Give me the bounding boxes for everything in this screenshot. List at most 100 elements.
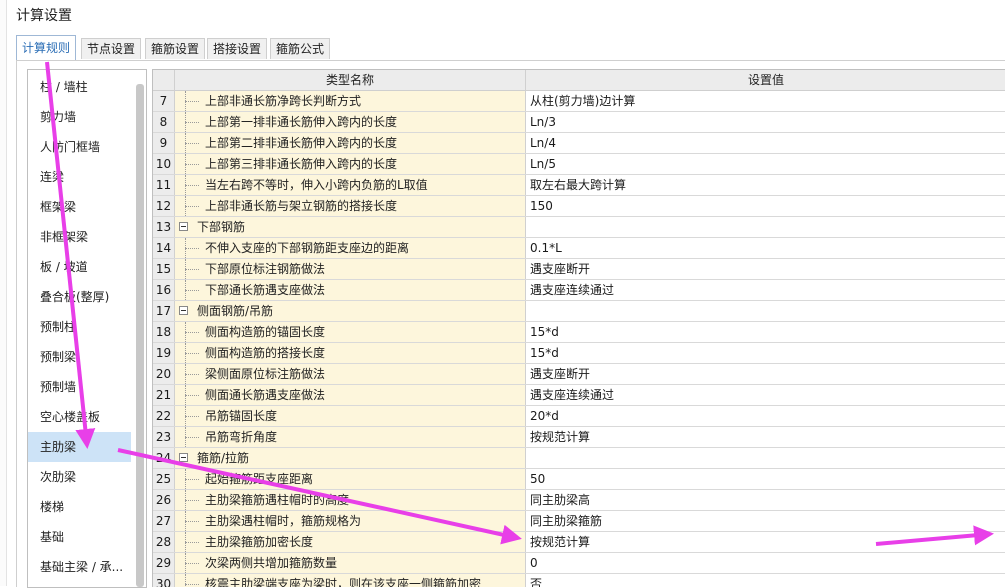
setting-name: 次梁两侧共增加箍筋数量 xyxy=(205,556,338,570)
setting-name: 梁侧面原位标注筋做法 xyxy=(205,367,326,381)
sidebar-item-foundation-main-beam[interactable]: 基础主梁 / 承... xyxy=(28,552,131,582)
setting-value[interactable]: 50 xyxy=(526,469,1005,489)
table-row[interactable]: 7 上部非通长筋净跨长判断方式 从柱(剪力墙)边计算 xyxy=(153,91,1005,112)
name-cell: 梁侧面原位标注筋做法 xyxy=(175,364,526,384)
table-row[interactable]: 12 上部非通长筋与架立钢筋的搭接长度 150 xyxy=(153,196,1005,217)
tab-stirrup-formula[interactable]: 箍筋公式 xyxy=(270,38,331,59)
sidebar-scrollbar[interactable] xyxy=(136,84,144,587)
sidebar-item-coupling-beam[interactable]: 连梁 xyxy=(28,162,131,192)
sidebar-item-column[interactable]: 柱 / 墙柱 xyxy=(28,72,131,102)
setting-value[interactable]: 遇支座断开 xyxy=(526,259,1005,279)
sidebar-item-secondary-rib-beam[interactable]: 次肋梁 xyxy=(28,462,131,492)
setting-name: 起始箍筋距支座距离 xyxy=(205,472,314,486)
table-row[interactable]: 16 下部通长筋遇支座做法 遇支座连续通过 xyxy=(153,280,1005,301)
collapse-toggle-icon[interactable] xyxy=(179,306,188,315)
setting-value[interactable]: 遇支座连续通过 xyxy=(526,280,1005,300)
sidebar-item-civil-defense-door-wall[interactable]: 人防门框墙 xyxy=(28,132,131,162)
sidebar-item-frame-beam[interactable]: 框架梁 xyxy=(28,192,131,222)
table-row[interactable]: 15 下部原位标注钢筋做法 遇支座断开 xyxy=(153,259,1005,280)
row-number: 10 xyxy=(153,154,175,174)
tab-lap-settings[interactable]: 搭接设置 xyxy=(207,38,268,59)
table-row[interactable]: 20 梁侧面原位标注筋做法 遇支座断开 xyxy=(153,364,1005,385)
value-column-header[interactable]: 设置值 xyxy=(526,70,1005,91)
component-list[interactable]: 柱 / 墙柱 剪力墙 人防门框墙 连梁 框架梁 非框架梁 板 / 坡道 叠合板(… xyxy=(27,69,147,588)
table-row[interactable]: 27 主肋梁遇柱帽时，箍筋规格为 同主肋梁箍筋 xyxy=(153,511,1005,532)
table-row[interactable]: 21 侧面通长筋遇支座做法 遇支座连续通过 xyxy=(153,385,1005,406)
table-row[interactable]: 22 吊筋锚固长度 20*d xyxy=(153,406,1005,427)
setting-value[interactable]: 同主肋梁箍筋 xyxy=(526,511,1005,531)
setting-value[interactable]: 遇支座断开 xyxy=(526,364,1005,384)
table-row[interactable]: 29 次梁两侧共增加箍筋数量 0 xyxy=(153,553,1005,574)
sidebar-item-precast-column[interactable]: 预制柱 xyxy=(28,312,131,342)
setting-value[interactable]: 同主肋梁高 xyxy=(526,490,1005,510)
name-cell[interactable]: 箍筋/拉筋 xyxy=(175,448,526,468)
setting-name: 上部非通长筋与架立钢筋的搭接长度 xyxy=(205,199,398,213)
row-number: 12 xyxy=(153,196,175,216)
setting-value[interactable]: 按规范计算 xyxy=(526,427,1005,447)
setting-value[interactable]: 20*d xyxy=(526,406,1005,426)
setting-value[interactable]: 0 xyxy=(526,553,1005,573)
name-cell: 上部非通长筋净跨长判断方式 xyxy=(175,91,526,111)
group-row[interactable]: 17 侧面钢筋/吊筋 xyxy=(153,301,1005,322)
group-row[interactable]: 24 箍筋/拉筋 xyxy=(153,448,1005,469)
name-cell: 上部第三排非通长筋伸入跨内的长度 xyxy=(175,154,526,174)
row-number: 29 xyxy=(153,553,175,573)
setting-value[interactable]: 遇支座连续通过 xyxy=(526,385,1005,405)
sidebar-item-non-frame-beam[interactable]: 非框架梁 xyxy=(28,222,131,252)
setting-value[interactable]: 15*d xyxy=(526,343,1005,363)
tab-calc-rules[interactable]: 计算规则 xyxy=(16,35,77,61)
name-cell: 主肋梁箍筋加密长度 xyxy=(175,532,526,552)
table-row[interactable]: 30 核震主肋梁端支座为梁时，则在该支座一侧箍筋加密 否 xyxy=(153,574,1005,587)
sidebar-item-precast-beam[interactable]: 预制梁 xyxy=(28,342,131,372)
row-number: 8 xyxy=(153,112,175,132)
setting-value[interactable]: 15*d xyxy=(526,322,1005,342)
name-cell[interactable]: 侧面钢筋/吊筋 xyxy=(175,301,526,321)
sidebar-item-main-rib-beam[interactable]: 主肋梁 xyxy=(28,432,131,462)
setting-value[interactable]: 150 xyxy=(526,196,1005,216)
sidebar-item-stairs[interactable]: 楼梯 xyxy=(28,492,131,522)
sidebar-item-precast-wall[interactable]: 预制墙 xyxy=(28,372,131,402)
tree-branch xyxy=(185,164,199,165)
sidebar-item-shear-wall[interactable]: 剪力墙 xyxy=(28,102,131,132)
sidebar-item-slab-ramp[interactable]: 板 / 坡道 xyxy=(28,252,131,282)
settings-grid: 类型名称 设置值 7 上部非通长筋净跨长判断方式 从柱(剪力墙)边计算 8 上部第一排非… xyxy=(152,69,1005,587)
sidebar-item-hollow-floor-slab[interactable]: 空心楼盖板 xyxy=(28,402,131,432)
table-row[interactable]: 9 上部第二排非通长筋伸入跨内的长度 Ln/4 xyxy=(153,133,1005,154)
table-row[interactable]: 11 当左右跨不等时，伸入小跨内负筋的L取值 取左右最大跨计算 xyxy=(153,175,1005,196)
name-cell[interactable]: 下部钢筋 xyxy=(175,217,526,237)
table-row[interactable]: 26 主肋梁箍筋遇柱帽时的高度 同主肋梁高 xyxy=(153,490,1005,511)
table-row[interactable]: 25 起始箍筋距支座距离 50 xyxy=(153,469,1005,490)
setting-name: 下部原位标注钢筋做法 xyxy=(205,262,326,276)
table-row[interactable]: 19 侧面构造筋的搭接长度 15*d xyxy=(153,343,1005,364)
table-row[interactable]: 23 吊筋弯折角度 按规范计算 xyxy=(153,427,1005,448)
setting-value[interactable]: Ln/4 xyxy=(526,133,1005,153)
setting-value xyxy=(526,448,1005,468)
table-row[interactable]: 10 上部第三排非通长筋伸入跨内的长度 Ln/5 xyxy=(153,154,1005,175)
table-row[interactable]: 8 上部第一排非通长筋伸入跨内的长度 Ln/3 xyxy=(153,112,1005,133)
setting-value[interactable]: 0.1*L xyxy=(526,238,1005,258)
tree-branch xyxy=(185,395,199,396)
tree-branch xyxy=(185,269,199,270)
tree-branch xyxy=(185,248,199,249)
name-cell: 侧面通长筋遇支座做法 xyxy=(175,385,526,405)
setting-value[interactable]: 取左右最大跨计算 xyxy=(526,175,1005,195)
setting-value[interactable]: 从柱(剪力墙)边计算 xyxy=(526,91,1005,111)
table-row[interactable]: 28 主肋梁箍筋加密长度 按规范计算 xyxy=(153,532,1005,553)
table-row[interactable]: 18 侧面构造筋的锚固长度 15*d xyxy=(153,322,1005,343)
collapse-toggle-icon[interactable] xyxy=(179,453,188,462)
sidebar-item-composite-slab[interactable]: 叠合板(整厚) xyxy=(28,282,131,312)
table-row[interactable]: 14 不伸入支座的下部钢筋距支座边的距离 0.1*L xyxy=(153,238,1005,259)
tab-stirrup-settings[interactable]: 箍筋设置 xyxy=(145,38,206,59)
setting-value[interactable]: Ln/5 xyxy=(526,154,1005,174)
setting-value[interactable]: 否 xyxy=(526,574,1005,587)
row-number: 15 xyxy=(153,259,175,279)
tree-branch xyxy=(185,206,199,207)
group-row[interactable]: 13 下部钢筋 xyxy=(153,217,1005,238)
name-column-header[interactable]: 类型名称 xyxy=(175,70,526,91)
sidebar-item-foundation[interactable]: 基础 xyxy=(28,522,131,552)
tab-node-settings[interactable]: 节点设置 xyxy=(81,38,142,59)
group-label: 箍筋/拉筋 xyxy=(197,451,250,465)
collapse-toggle-icon[interactable] xyxy=(179,222,188,231)
setting-value[interactable]: Ln/3 xyxy=(526,112,1005,132)
setting-value[interactable]: 按规范计算 xyxy=(526,532,1005,552)
